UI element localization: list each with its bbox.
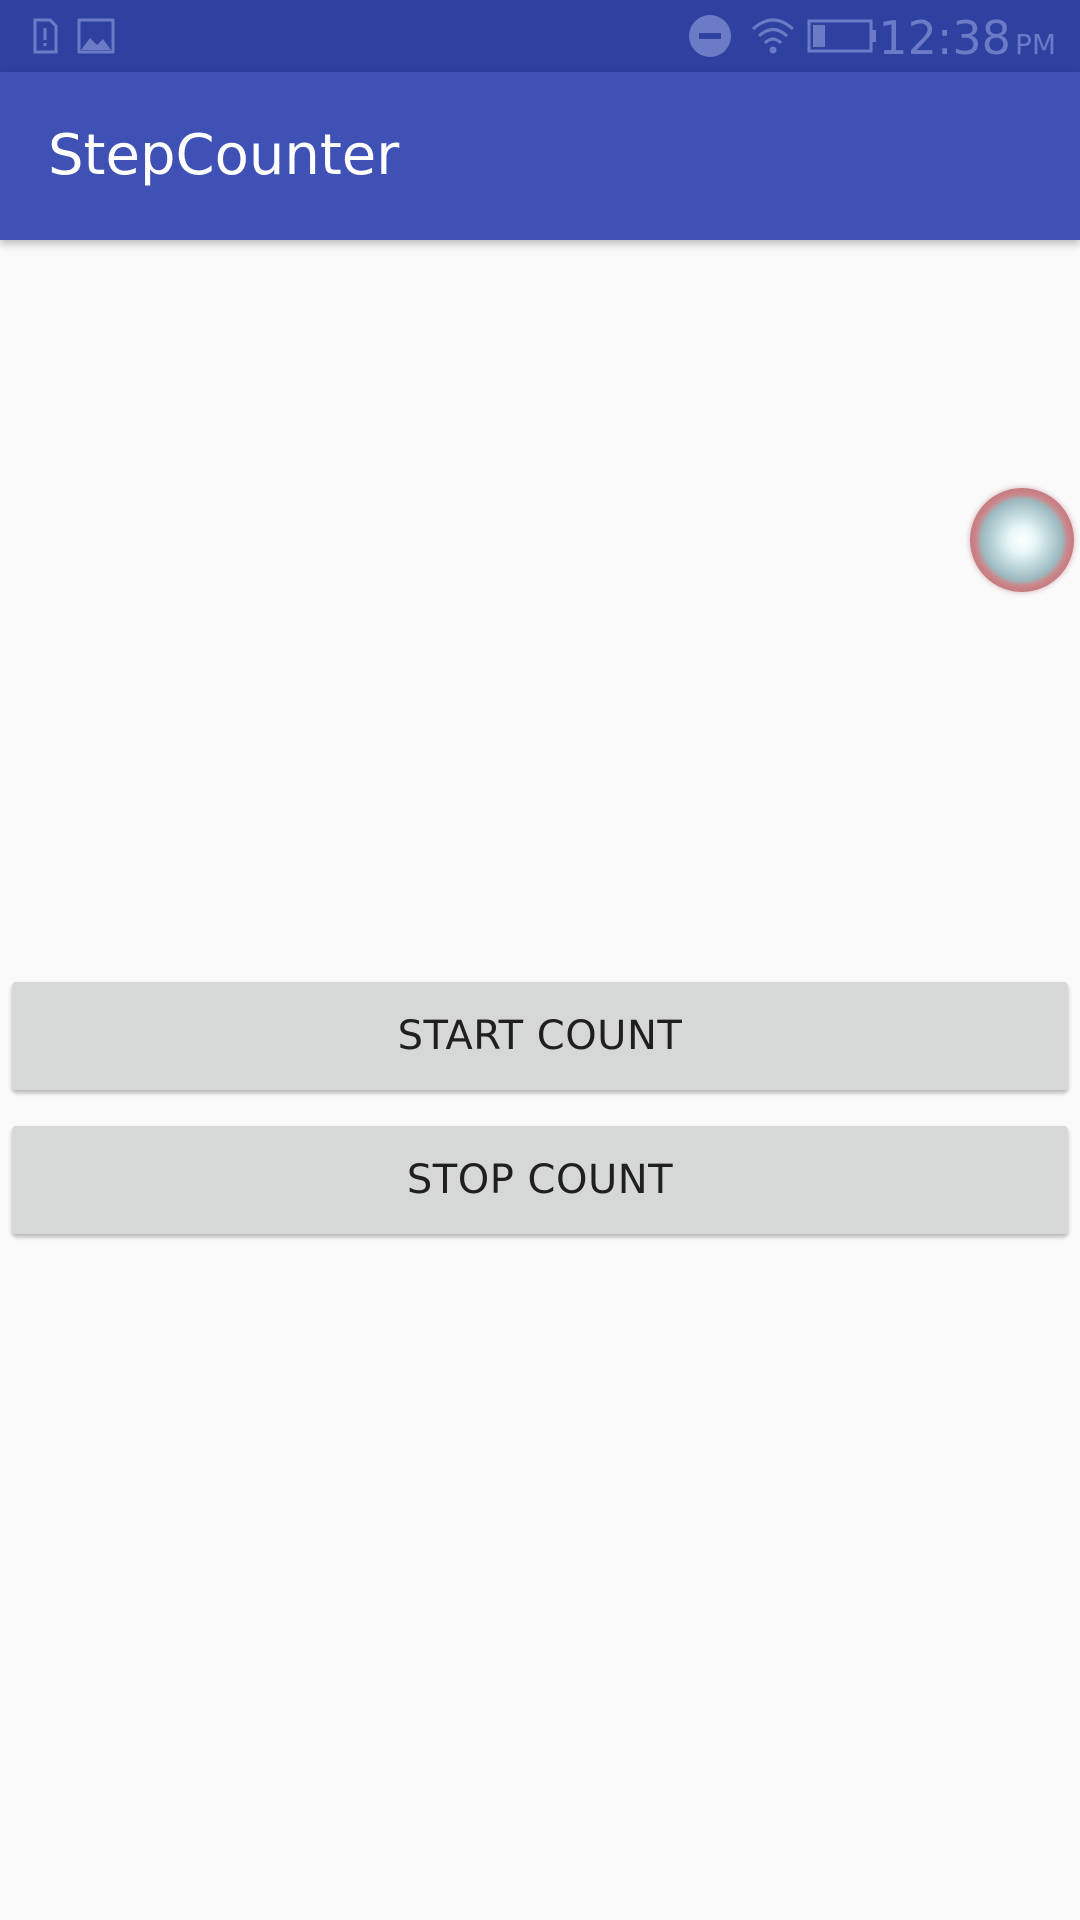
- app-bar: StepCounter: [0, 72, 1080, 240]
- stop-count-button[interactable]: STOP COUNT: [12, 1126, 1068, 1234]
- status-ampm: PM: [1014, 28, 1056, 61]
- status-time: 12:38: [878, 11, 1011, 65]
- app-title: StepCounter: [48, 123, 400, 188]
- status-bar: 12:38 PM: [0, 0, 1080, 72]
- start-count-button[interactable]: START COUNT: [12, 982, 1068, 1090]
- wifi-icon: [751, 18, 795, 54]
- battery-icon: [807, 19, 876, 53]
- status-clock: 12:38 PM: [878, 10, 1056, 73]
- image-notification-icon: [77, 18, 115, 54]
- sim-alert-icon: [33, 18, 58, 54]
- assistive-touch-icon[interactable]: [970, 488, 1074, 592]
- do-not-disturb-icon: [689, 15, 731, 57]
